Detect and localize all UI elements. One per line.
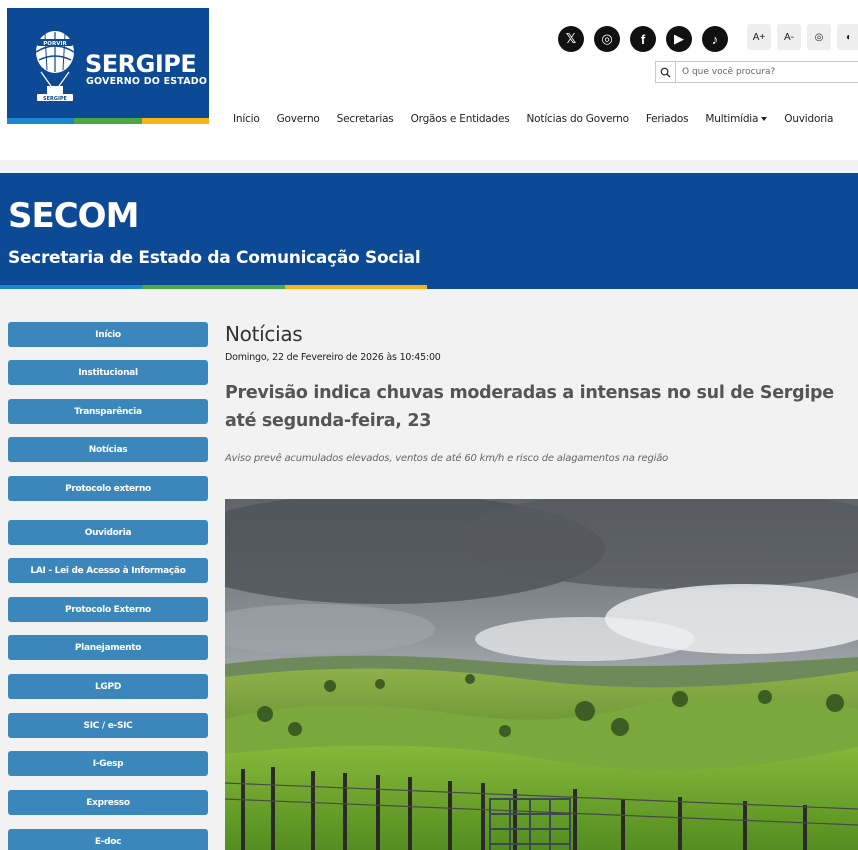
vlibras-icon[interactable]: ◎ (807, 24, 831, 50)
sidebar-item[interactable]: Protocolo externo (8, 476, 208, 501)
nav-item-label: Governo (276, 113, 320, 125)
logo-subtitle: GOVERNO DO ESTADO (86, 76, 208, 87)
balloon-emblem-icon: PORVIR SERGIPE (35, 31, 75, 102)
svg-text:PORVIR: PORVIR (43, 41, 67, 47)
svg-text:SERGIPE: SERGIPE (43, 96, 67, 102)
search-box (655, 61, 858, 83)
nav-item[interactable]: Feriados (646, 113, 689, 125)
site-header: PORVIR SERGIPE SERGIPE GOVERNO DO ESTADO… (0, 0, 858, 160)
section-title: Notícias (225, 322, 303, 346)
sidebar-item[interactable]: Início (8, 322, 208, 347)
banner-subtitle: Secretaria de Estado da Comunicação Soci… (8, 248, 421, 268)
banner-color-stripe (0, 285, 427, 289)
nav-item[interactable]: Ouvidoria (784, 113, 833, 125)
caret-down-icon (761, 117, 768, 121)
sidebar-item[interactable]: LGPD (8, 674, 208, 699)
facebook-icon[interactable]: f (630, 26, 656, 52)
sidebar-item[interactable]: LAI - Lei de Acesso à Informação (8, 558, 208, 583)
article-photo (225, 499, 858, 850)
nav-item-label: Início (233, 113, 260, 125)
logo-title: SERGIPE (85, 50, 197, 78)
font-decrease-icon[interactable]: A- (777, 24, 801, 50)
sidebar-item[interactable]: Expresso (8, 790, 208, 815)
article-headline: Previsão indica chuvas moderadas a inten… (225, 383, 834, 431)
nav-item[interactable]: Multimídia (705, 113, 768, 125)
sidebar-item[interactable]: Transparência (8, 399, 208, 424)
nav-item-label: Ouvidoria (784, 113, 834, 125)
sidebar-item[interactable]: Protocolo Externo (8, 597, 208, 622)
nav-item[interactable]: Notícias do Governo (526, 113, 630, 125)
banner-title: SECOM (8, 196, 139, 236)
logo-color-stripe (7, 118, 209, 124)
nav-item-label: Feriados (645, 113, 689, 125)
sidebar-item[interactable]: E-doc (8, 829, 208, 850)
nav-item[interactable]: Governo (277, 113, 320, 125)
nav-item-label: Multimídia (705, 113, 759, 125)
secretariat-banner: SECOM Secretaria de Estado da Comunicaçã… (0, 173, 858, 289)
nav-item-label: Notícias do Governo (526, 113, 630, 125)
article: Notícias Domingo, 22 de Fevereiro de 202… (225, 322, 858, 850)
nav-item[interactable]: Orgãos e Entidades (411, 113, 510, 125)
youtube-icon[interactable]: ▶ (666, 26, 692, 52)
nav-item[interactable]: Secretarias (337, 113, 394, 125)
site-logo[interactable]: PORVIR SERGIPE SERGIPE GOVERNO DO ESTADO (7, 8, 209, 118)
sidebar-item[interactable]: Planejamento (8, 635, 208, 660)
nav-item[interactable]: Início (233, 113, 260, 125)
sidebar-item[interactable]: SIC / e-SIC (8, 713, 208, 738)
search-input[interactable] (676, 67, 856, 77)
contrast-icon[interactable]: ◐ (837, 24, 858, 50)
x-icon[interactable]: 𝕏 (558, 26, 584, 52)
accessibility-toolbar: A+ A- ◎ ◐ (747, 24, 858, 50)
nav-item-label: Secretarias (336, 113, 394, 125)
search-icon[interactable] (656, 62, 676, 82)
nav-item-label: Orgãos e Entidades (410, 113, 510, 125)
sidebar-item[interactable]: Institucional (8, 360, 208, 385)
social-links: 𝕏 ◎ f ▶ ♪ (558, 26, 728, 52)
article-subheadline: Aviso prevê acumulados elevados, ventos … (225, 453, 669, 464)
font-increase-icon[interactable]: A+ (747, 24, 771, 50)
tiktok-icon[interactable]: ♪ (702, 26, 728, 52)
instagram-icon[interactable]: ◎ (594, 26, 620, 52)
sidebar-item[interactable]: Notícias (8, 437, 208, 462)
sidebar-item[interactable]: Ouvidoria (8, 520, 208, 545)
main-nav: Início Governo Secretarias Orgãos e Entidad… (233, 113, 850, 125)
sidebar-item[interactable]: I-Gesp (8, 751, 208, 776)
article-date: Domingo, 22 de Fevereiro de 2026 às 10:4… (225, 352, 441, 363)
